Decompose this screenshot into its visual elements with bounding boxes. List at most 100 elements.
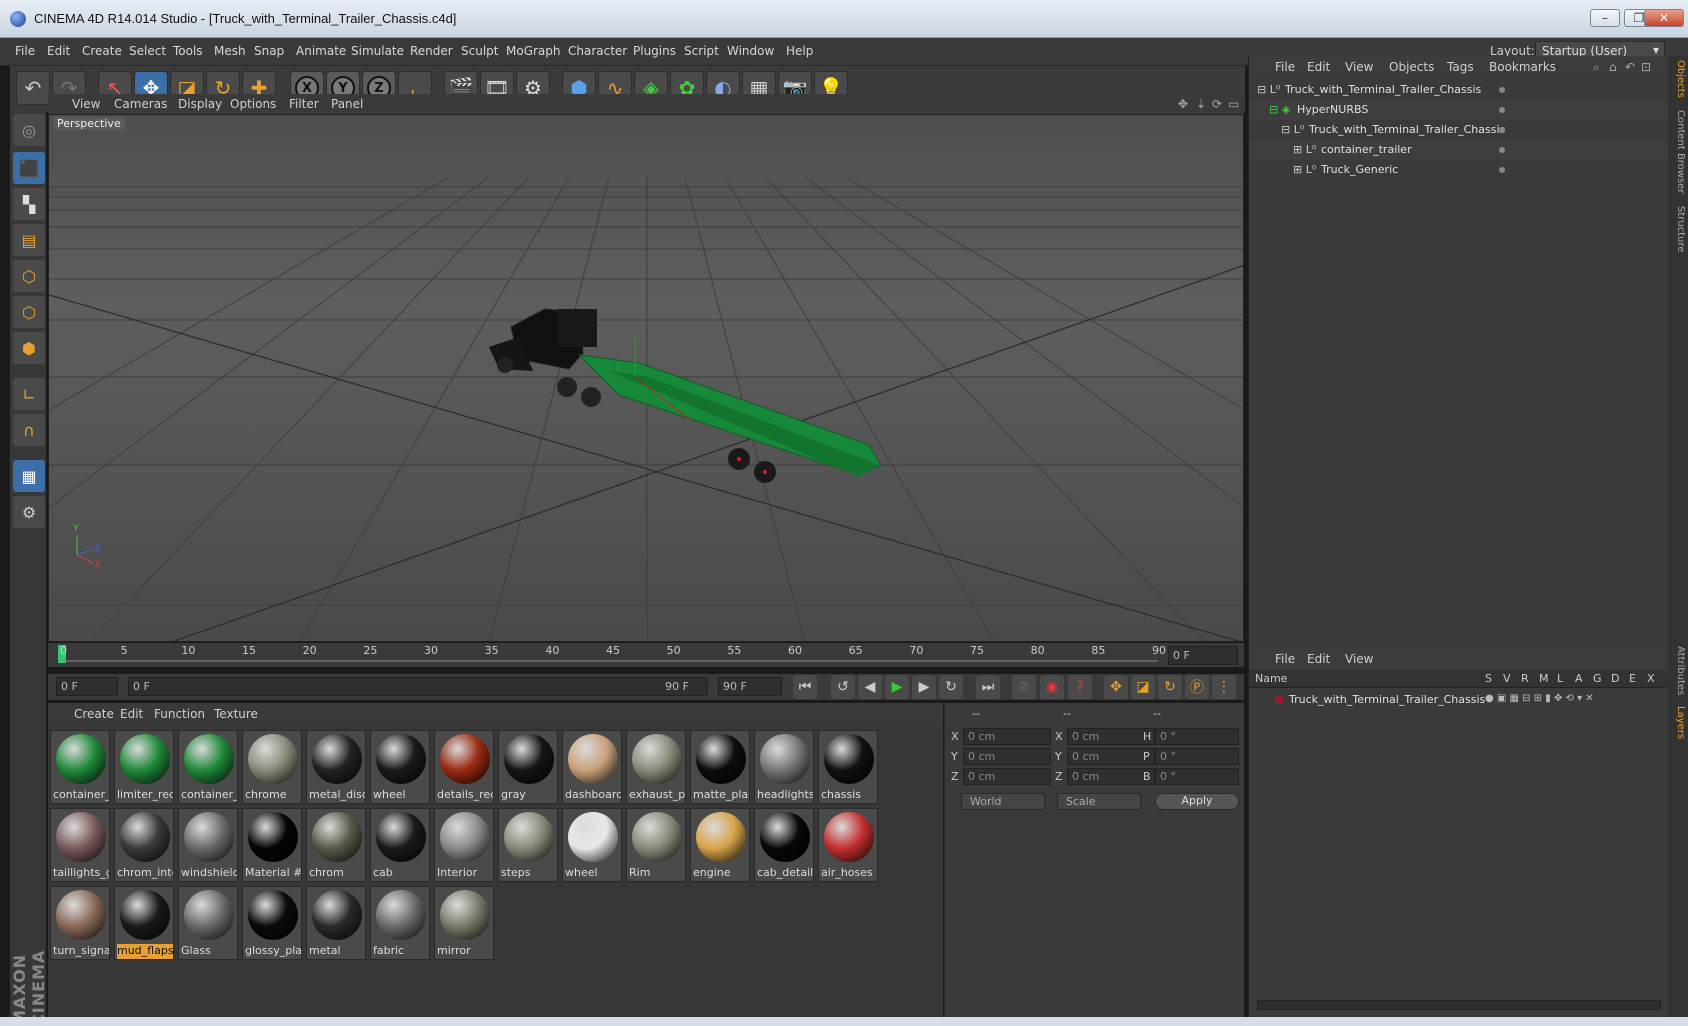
- points-mode-icon[interactable]: ⬡: [13, 260, 45, 292]
- material-swatch[interactable]: container_t: [178, 730, 238, 804]
- pos-x-field[interactable]: 0 cm: [963, 728, 1051, 745]
- model-mode-icon[interactable]: ⬛: [13, 152, 45, 184]
- keyframe-selection-icon[interactable]: ?: [1068, 675, 1092, 699]
- goto-start-icon[interactable]: ⏮: [793, 675, 817, 699]
- coord-mode-dropdown[interactable]: Scale: [1057, 793, 1141, 810]
- rot-h-field[interactable]: 0 °: [1155, 728, 1239, 745]
- material-menu-create[interactable]: Create: [74, 707, 114, 721]
- goto-end-icon[interactable]: ⏭: [976, 675, 1000, 699]
- material-swatch[interactable]: dashboard: [562, 730, 622, 804]
- material-swatch[interactable]: wheel: [562, 808, 622, 882]
- material-swatch[interactable]: metal_disc: [306, 730, 366, 804]
- object-tree-row[interactable]: ⊞ L⁰ container_trailer: [1249, 140, 1669, 160]
- truck-model[interactable]: [489, 308, 882, 483]
- material-swatch[interactable]: glossy_plas: [242, 886, 302, 960]
- viewport-orbit-icon[interactable]: ⟳: [1212, 97, 1222, 111]
- object-menu-file[interactable]: File: [1275, 60, 1295, 74]
- texture-mode-icon[interactable]: ▚: [13, 188, 45, 220]
- viewport-menu-options[interactable]: Options: [230, 97, 276, 111]
- object-name[interactable]: Truck_with_Terminal_Trailer_Chassis: [1285, 83, 1481, 96]
- undo-icon[interactable]: ↶: [16, 71, 50, 105]
- history-back-icon[interactable]: ↶: [1625, 60, 1635, 74]
- menu-help[interactable]: Help: [786, 44, 813, 58]
- search-icon[interactable]: ⌕: [1593, 60, 1600, 75]
- material-swatch[interactable]: fabric: [370, 886, 430, 960]
- material-swatch[interactable]: Material #0: [242, 808, 302, 882]
- object-tree-row[interactable]: ⊟ ◈ HyperNURBS: [1249, 100, 1669, 120]
- rot-p-field[interactable]: 0 °: [1155, 748, 1239, 765]
- next-frame-icon[interactable]: ▶: [912, 675, 936, 699]
- material-swatch[interactable]: exhaust_pi: [626, 730, 686, 804]
- object-menu-tags[interactable]: Tags: [1447, 60, 1474, 74]
- material-swatch[interactable]: engine: [690, 808, 750, 882]
- layer-scrollbar[interactable]: [1257, 1000, 1661, 1010]
- object-menu-view[interactable]: View: [1345, 60, 1373, 74]
- autokey-icon[interactable]: ◉: [1040, 675, 1064, 699]
- layer-menu-edit[interactable]: Edit: [1307, 652, 1330, 666]
- menu-mograph[interactable]: MoGraph: [506, 44, 561, 58]
- material-swatch[interactable]: cab: [370, 808, 430, 882]
- key-position-icon[interactable]: ✥: [1104, 675, 1128, 699]
- material-swatch[interactable]: container_t: [50, 730, 110, 804]
- hypernurbs-icon[interactable]: ⊟ ◈: [1269, 103, 1290, 116]
- workplane-mode-icon[interactable]: ▤: [13, 224, 45, 256]
- size-z-field[interactable]: 0 cm: [1067, 768, 1155, 785]
- enable-snap-icon[interactable]: ▦: [13, 460, 45, 492]
- key-pla-icon[interactable]: ⋮: [1212, 675, 1236, 699]
- null-object-icon[interactable]: ⊟ L⁰: [1257, 83, 1280, 96]
- tab-layers[interactable]: Layers: [1670, 706, 1686, 739]
- tab-structure[interactable]: Structure: [1670, 206, 1686, 253]
- tab-objects[interactable]: Objects: [1670, 60, 1686, 98]
- menu-tools[interactable]: Tools: [173, 44, 203, 58]
- timeline-ruler[interactable]: 0 5 10 15 20 25 30 35 40 45 50 55 60 65 70 75 80 85 90 0 F: [48, 643, 1244, 667]
- layer-flags-icon[interactable]: ● ▣ ▦ ⊟ ⊞ ▮ ✥ ⟲ ▾ ✕: [1485, 693, 1594, 704]
- layer-color-swatch[interactable]: [1275, 696, 1283, 704]
- size-y-field[interactable]: 0 cm: [1067, 748, 1155, 765]
- material-swatch[interactable]: chrome: [242, 730, 302, 804]
- start-frame-field[interactable]: 0 F: [56, 677, 118, 696]
- material-swatch[interactable]: air_hoses: [818, 808, 878, 882]
- viewport-menu-cameras[interactable]: Cameras: [114, 97, 167, 111]
- material-swatch[interactable]: mirror: [434, 886, 494, 960]
- object-name[interactable]: container_trailer: [1321, 143, 1412, 156]
- material-menu-edit[interactable]: Edit: [120, 707, 143, 721]
- material-swatch[interactable]: windshield: [178, 808, 238, 882]
- material-swatch[interactable]: chrom: [306, 808, 366, 882]
- minimize-button[interactable]: –: [1590, 9, 1620, 27]
- material-swatch[interactable]: Glass: [178, 886, 238, 960]
- menu-window[interactable]: Window: [727, 44, 774, 58]
- axis-mode-icon[interactable]: ∟: [13, 378, 45, 410]
- object-menu-edit[interactable]: Edit: [1307, 60, 1330, 74]
- material-swatch[interactable]: Interior: [434, 808, 494, 882]
- new-window-icon[interactable]: ⊡: [1641, 60, 1651, 74]
- visibility-dot-icon[interactable]: [1499, 107, 1505, 113]
- null-object-icon[interactable]: ⊟ L⁰: [1281, 123, 1304, 136]
- menu-character[interactable]: Character: [568, 44, 627, 58]
- viewport-menu-filter[interactable]: Filter: [289, 97, 319, 111]
- material-swatch[interactable]: metal: [306, 886, 366, 960]
- viewport-menu-display[interactable]: Display: [178, 97, 222, 111]
- viewport-zoom-icon[interactable]: ⇣: [1196, 97, 1206, 111]
- material-swatch[interactable]: headlights: [754, 730, 814, 804]
- layer-menu-file[interactable]: File: [1275, 652, 1295, 666]
- menu-script[interactable]: Script: [684, 44, 719, 58]
- prev-key-icon[interactable]: ↺: [831, 675, 855, 699]
- pos-z-field[interactable]: 0 cm: [963, 768, 1051, 785]
- polygons-mode-icon[interactable]: ⬢: [13, 332, 45, 364]
- menu-simulate[interactable]: Simulate: [351, 44, 404, 58]
- menu-animate[interactable]: Animate: [296, 44, 346, 58]
- viewport-menu-view[interactable]: View: [72, 97, 100, 111]
- material-swatch[interactable]: taillights_g: [50, 808, 110, 882]
- layer-menu-view[interactable]: View: [1345, 652, 1373, 666]
- object-tree-row[interactable]: ⊞ L⁰ Truck_Generic: [1249, 160, 1669, 180]
- layer-row[interactable]: Truck_with_Terminal_Trailer_Chassis ● ▣ …: [1249, 690, 1669, 710]
- next-key-icon[interactable]: ↻: [939, 675, 963, 699]
- material-menu-texture[interactable]: Texture: [214, 707, 258, 721]
- menu-mesh[interactable]: Mesh: [214, 44, 246, 58]
- visibility-dot-icon[interactable]: [1499, 147, 1505, 153]
- perspective-viewport[interactable]: Y Z X Perspective: [48, 114, 1244, 642]
- visibility-dot-icon[interactable]: [1499, 87, 1505, 93]
- tab-content-browser[interactable]: Content Browser: [1670, 110, 1686, 193]
- workplane-lock-icon[interactable]: ⚙: [13, 496, 45, 528]
- viewport-pan-icon[interactable]: ✥: [1178, 97, 1188, 111]
